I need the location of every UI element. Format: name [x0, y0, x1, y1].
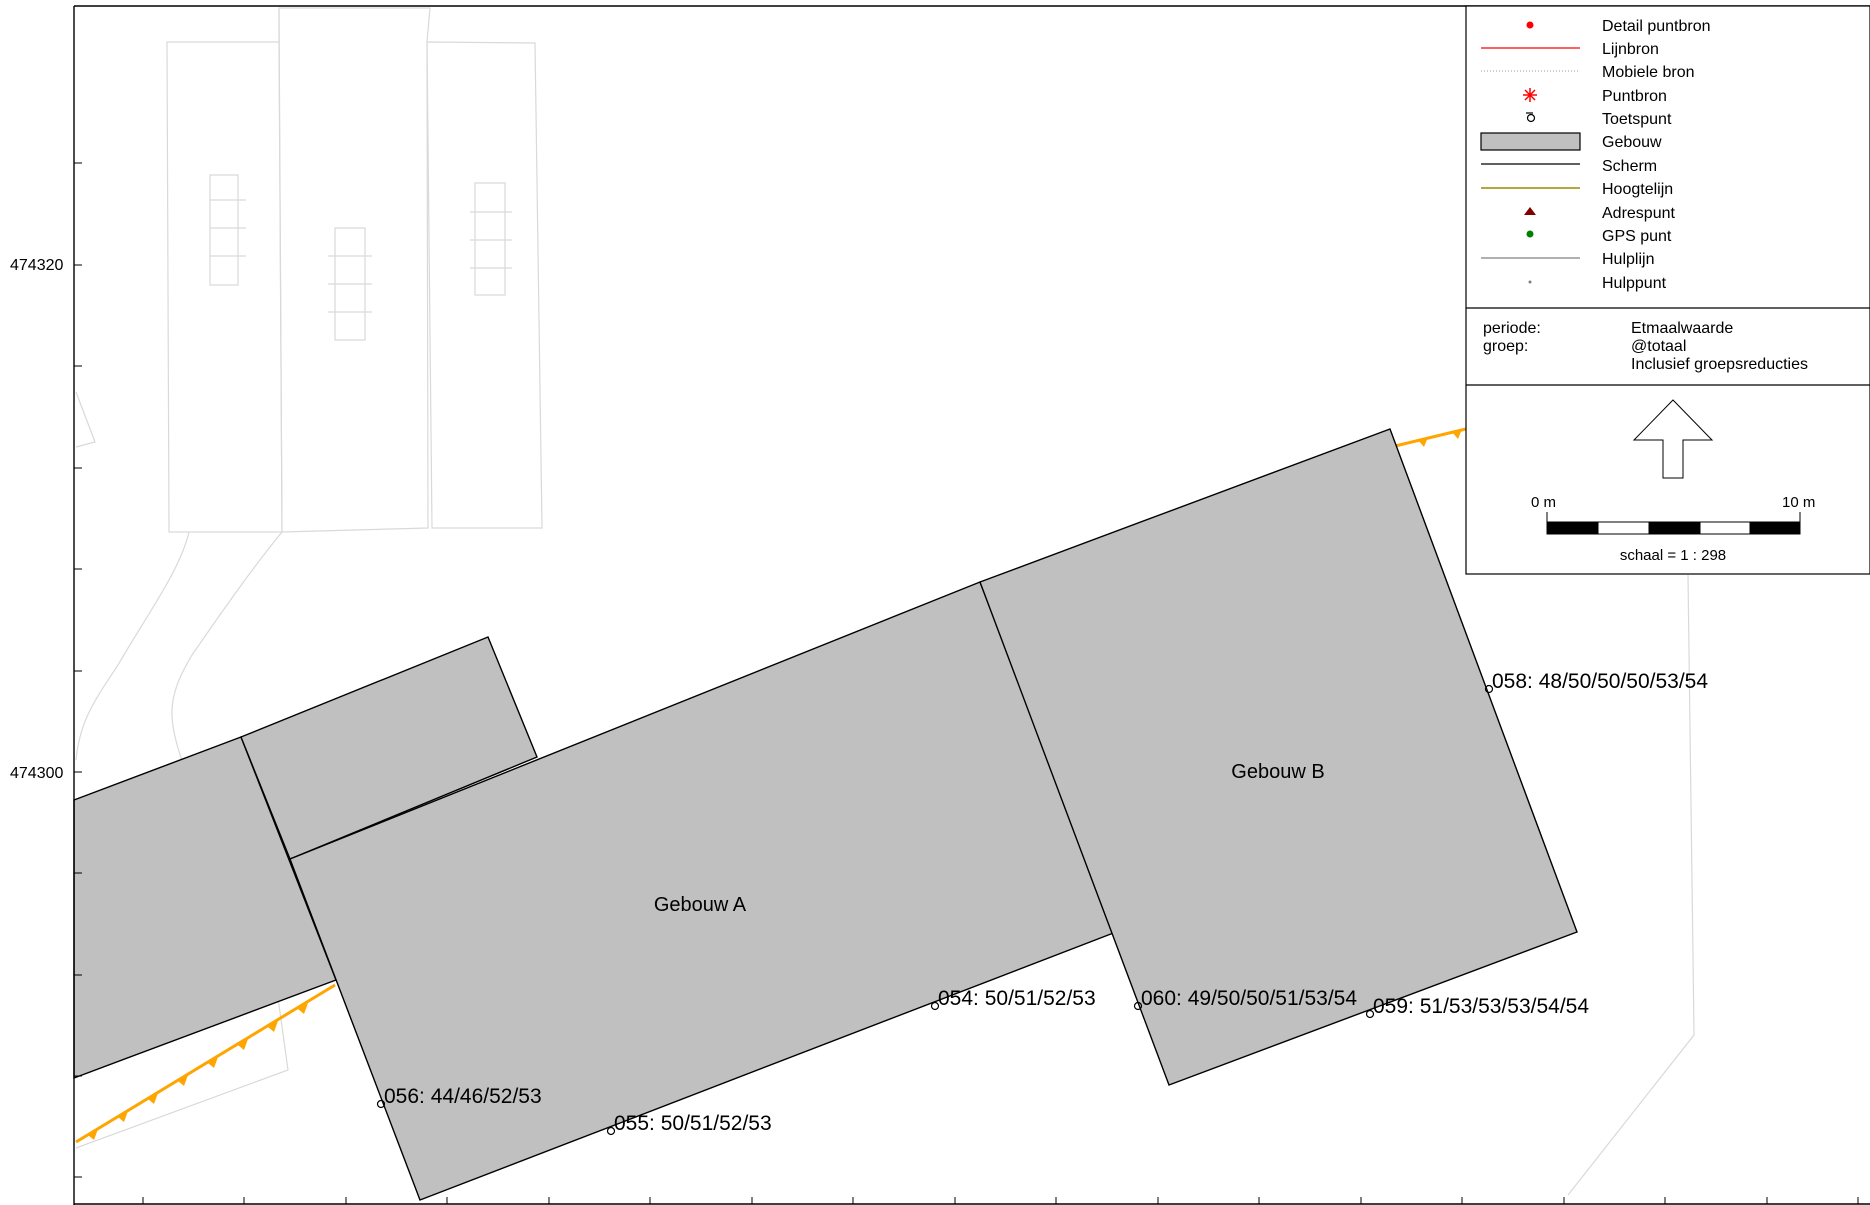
detail-puntbron-icon: [1526, 21, 1534, 29]
legend-label-gebouw: Gebouw: [1602, 134, 1662, 151]
info-groep-value: @totaal: [1631, 338, 1686, 355]
puntbron-icon: [1523, 88, 1537, 102]
test-point-label-058: 058: 48/50/50/50/53/54: [1492, 670, 1708, 693]
legend-label-scherm: Scherm: [1602, 158, 1657, 175]
test-point-label-056: 056: 44/46/52/53: [384, 1085, 542, 1108]
legend-label-hoogtelijn: Hoogtelijn: [1602, 181, 1673, 198]
gps-punt-icon: [1526, 230, 1534, 238]
test-point-label-054: 054: 50/51/52/53: [938, 987, 1096, 1010]
legend-label-mobiele-bron: Mobiele bron: [1602, 64, 1695, 81]
info-groep-key: groep:: [1483, 338, 1528, 355]
scale-text: schaal = 1 : 298: [1620, 547, 1726, 564]
building-label-gebouw-b: Gebouw B: [1231, 761, 1324, 783]
legend-label-puntbron: Puntbron: [1602, 88, 1667, 105]
legend-label-lijnbron: Lijnbron: [1602, 41, 1659, 58]
y-axis-label-474300: 474300: [10, 765, 63, 782]
legend-label-adrespunt: Adrespunt: [1602, 205, 1675, 222]
legend-label-hulplijn: Hulplijn: [1602, 251, 1654, 268]
y-axis-label-474320: 474320: [10, 257, 63, 274]
gebouw-icon: [1480, 132, 1581, 151]
info-groep-extra: Inclusief groepsreducties: [1631, 356, 1808, 373]
legend-label-hulppunt: Hulppunt: [1602, 275, 1667, 292]
building-label-gebouw-a: Gebouw A: [654, 894, 747, 916]
scale-start-label: 0 m: [1531, 494, 1556, 511]
test-point-label-059: 059: 51/53/53/53/54/54: [1373, 995, 1589, 1018]
info-periode-value: Etmaalwaarde: [1631, 320, 1733, 337]
buildings: [73, 428, 1578, 1201]
scale-end-label: 10 m: [1782, 494, 1815, 511]
info-periode-key: periode:: [1483, 320, 1541, 337]
test-point-label-055: 055: 50/51/52/53: [614, 1112, 772, 1135]
map-canvas: Gebouw A Gebouw B 056: 44/46/52/53 055: …: [10, 5, 1870, 1205]
legend-panel: Detail puntbron Lijnbron Mobiele bron Pu…: [1465, 5, 1870, 575]
legend-label-toetspunt: Toetspunt: [1602, 111, 1672, 128]
x-axis-ticks: [142, 1197, 1859, 1204]
test-point-label-060: 060: 49/50/50/51/53/54: [1141, 987, 1357, 1010]
hulppunt-icon: [1528, 280, 1532, 284]
legend-label-detail-puntbron: Detail puntbron: [1602, 18, 1711, 35]
legend-label-gps-punt: GPS punt: [1602, 228, 1672, 245]
